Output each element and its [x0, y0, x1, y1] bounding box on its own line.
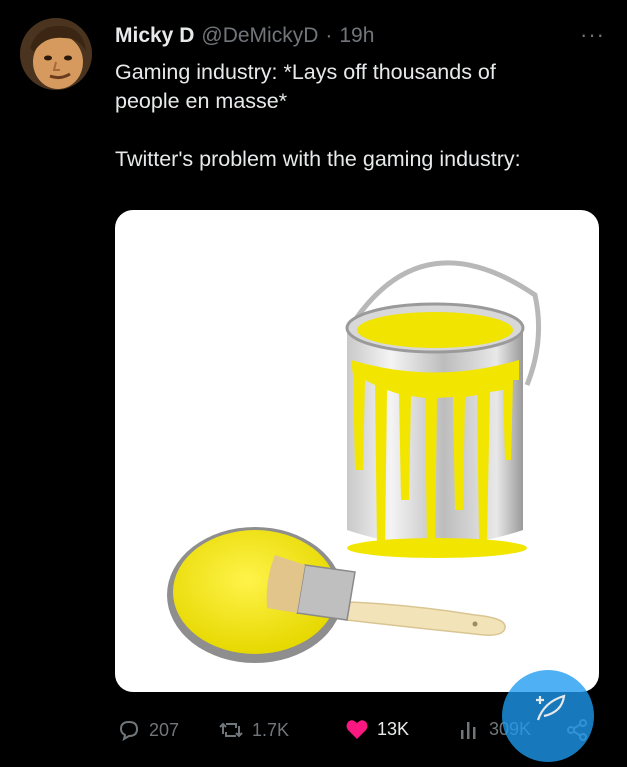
user-handle[interactable]: @DeMickyD [201, 24, 318, 48]
tweet-line-2: people en masse* [115, 89, 288, 113]
tweet-image[interactable] [115, 210, 599, 692]
repost-count: 1.7K [252, 719, 290, 740]
reply-count: 207 [149, 719, 180, 740]
views-icon [461, 722, 476, 739]
heart-icon [346, 720, 368, 739]
more-options-icon[interactable]: ··· [580, 22, 605, 48]
repost-icon [219, 722, 243, 738]
reply-icon [119, 720, 139, 742]
like-button[interactable]: 13K [345, 718, 409, 740]
reply-button[interactable]: 207 [117, 718, 179, 742]
avatar[interactable] [20, 18, 92, 90]
separator-dot: · [325, 24, 333, 47]
compose-icon [536, 694, 566, 721]
like-count: 13K [377, 718, 410, 739]
repost-button[interactable]: 1.7K [218, 718, 289, 742]
tweet-line-1: Gaming industry: *Lays off thousands of [115, 60, 496, 84]
paint-can-image-icon [167, 260, 542, 663]
tweet-header: Micky D @DeMickyD · 19h [115, 24, 607, 54]
tweet-text: Gaming industry: *Lays off thousands of … [115, 58, 605, 174]
tweet-line-3: Twitter's problem with the gaming indust… [115, 147, 521, 171]
timestamp[interactable]: 19h [339, 24, 374, 48]
avatar-face-icon [20, 18, 92, 90]
display-name[interactable]: Micky D [115, 24, 194, 48]
